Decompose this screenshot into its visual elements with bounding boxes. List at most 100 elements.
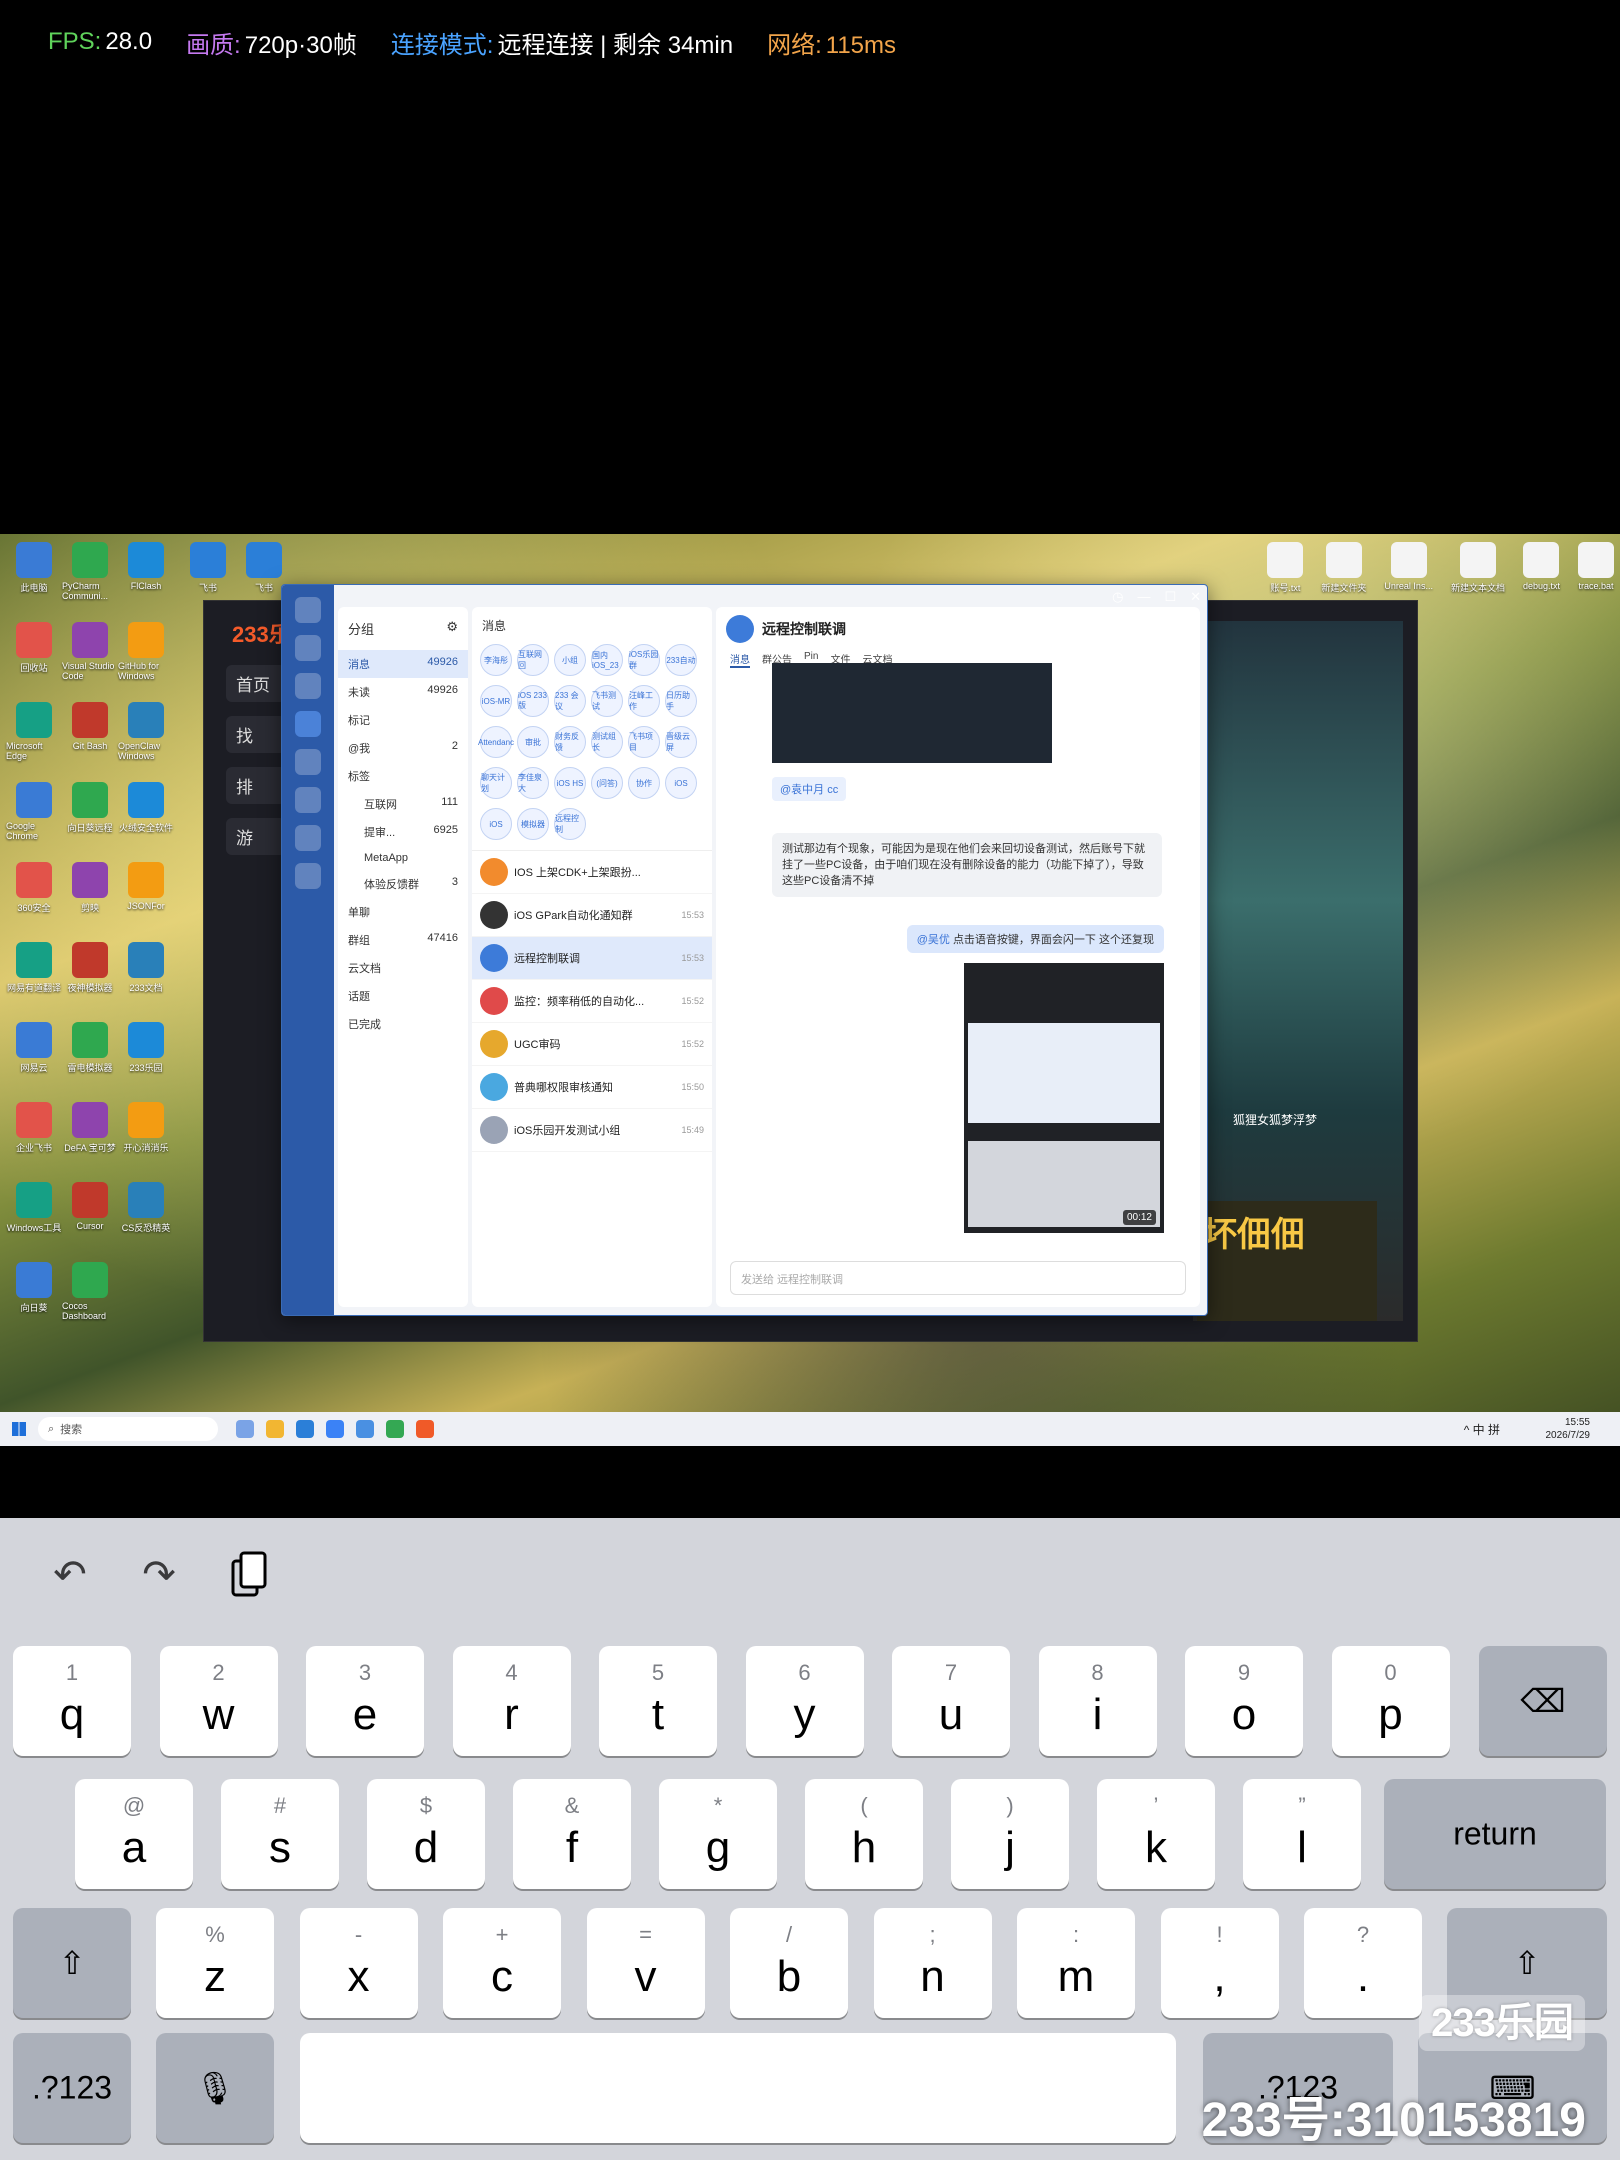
key-t[interactable]: 5t (599, 1646, 717, 1756)
conversation-item[interactable]: 远程控制联调 15:53 (472, 937, 712, 980)
bgapp-nav-item[interactable]: 排 (226, 767, 286, 804)
pinned-chat-avatar[interactable]: 233自动 (665, 644, 697, 676)
desktop-icon[interactable]: 飞书 (190, 542, 226, 594)
pinned-chat-avatar[interactable]: 晋级云屏 (665, 726, 697, 758)
key-period[interactable]: ?. (1304, 1908, 1422, 2018)
key-l[interactable]: ” l (1243, 1779, 1361, 1889)
pinned-chat-avatar[interactable]: 远程控制 (554, 808, 586, 840)
pinned-chat-avatar[interactable]: 李海彤 (480, 644, 512, 676)
meetings-nav-icon[interactable] (295, 825, 321, 851)
video-message[interactable]: 00:12 (964, 963, 1164, 1233)
desktop-icon[interactable]: Unreal Ins... (1384, 542, 1433, 594)
desktop-icon[interactable]: 新建文本文档 (1451, 542, 1505, 594)
pinned-chat-avatar[interactable]: 互联网回 (517, 644, 549, 676)
conversation-item[interactable]: 监控：频率稍低的自动化... 15:52 (472, 980, 712, 1023)
pinned-chat-avatar[interactable]: 小组 (554, 644, 586, 676)
pinned-chat-avatar[interactable]: 李佳泉大 (517, 767, 549, 799)
key-o[interactable]: 9o (1185, 1646, 1303, 1756)
desktop-icon[interactable]: Google Chrome (6, 782, 62, 862)
key-q[interactable]: 1q (13, 1646, 131, 1756)
explorer-icon[interactable] (266, 1420, 284, 1438)
pinned-chat-avatar[interactable]: iOS 233版 (517, 685, 549, 717)
conversation-item[interactable]: 普典哪权限审核通知 15:50 (472, 1066, 712, 1109)
conversation-item[interactable]: UGC审码 15:52 (472, 1023, 712, 1066)
desktop-icon[interactable]: trace.bat (1578, 542, 1614, 594)
group-item[interactable]: 体验反馈群 3 (338, 870, 468, 898)
desktop-icon[interactable]: Visual Studio Code (62, 622, 118, 702)
numbers-key[interactable]: .?123 (13, 2033, 131, 2143)
key-f[interactable]: & f (513, 1779, 631, 1889)
task-view-icon[interactable] (236, 1420, 254, 1438)
conversation-item[interactable]: iOS GPark自动化通知群 15:53 (472, 894, 712, 937)
desktop-icon[interactable]: CS反恐精英 (118, 1182, 174, 1262)
feishu-window[interactable]: ◷ — ☐ ✕ 分组 ⚙ 消息 49926 未读 49926 标记 @我 2 标签 互联网 111 提… (281, 584, 1208, 1316)
pinned-chat-avatar[interactable]: iOS HS (554, 767, 586, 799)
desktop-icon[interactable]: Git Bash (62, 702, 118, 782)
microphone-key[interactable]: 🎙 (156, 2033, 274, 2143)
conversation-item[interactable]: iOS乐园开发测试小组 15:49 (472, 1109, 712, 1152)
desktop-icon[interactable]: OpenClaw Windows (118, 702, 174, 782)
pinned-chat-avatar[interactable]: 模拟器 (517, 808, 549, 840)
group-item[interactable]: 已完成 (338, 1010, 468, 1038)
desktop-icon[interactable]: 夜神模拟器 (62, 942, 118, 1022)
desktop-icon[interactable]: Microsoft Edge (6, 702, 62, 782)
desktop-icon[interactable]: 网易云 (6, 1022, 62, 1102)
key-d[interactable]: $ d (367, 1779, 485, 1889)
chrome-icon[interactable] (386, 1420, 404, 1438)
desktop-icon[interactable]: 向日葵远程 (62, 782, 118, 862)
pinned-chat-avatar[interactable]: 审批 (517, 726, 549, 758)
233-app-icon[interactable] (416, 1420, 434, 1438)
messages-nav-icon[interactable] (295, 711, 321, 737)
avatar[interactable] (295, 597, 321, 623)
desktop-icon[interactable]: DeFA 宝可梦 (62, 1102, 118, 1182)
pinned-chat-avatar[interactable]: iOS-MR (480, 685, 512, 717)
pinned-chat-avatar[interactable]: 汪峰工作 (628, 685, 660, 717)
pinned-chat-avatar[interactable]: iOS乐园群 (628, 644, 660, 676)
desktop-icon[interactable]: 开心消消乐 (118, 1102, 174, 1182)
redo-icon[interactable]: ↷ (134, 1550, 184, 1600)
key-v[interactable]: = v (586, 1908, 705, 2018)
conversation-item[interactable]: IOS 上架CDK+上架跟扮... (472, 851, 712, 894)
pinned-chat-avatar[interactable]: iOS (480, 808, 512, 840)
return-key[interactable]: return (1384, 1779, 1606, 1889)
desktop-icon[interactable]: Windows工具 (6, 1182, 62, 1262)
pinned-chat-avatar[interactable]: 国内iOS_23 (591, 644, 623, 676)
key-comma[interactable]: !, (1160, 1908, 1279, 2018)
key-r[interactable]: 4r (452, 1646, 571, 1756)
docs-nav-icon[interactable] (295, 787, 321, 813)
desktop-icon[interactable]: 新建文件夹 (1321, 542, 1366, 594)
key-j[interactable]: ) j (951, 1779, 1069, 1889)
bgapp-nav-item[interactable]: 首页 (226, 665, 286, 702)
key-z[interactable]: % z (156, 1908, 274, 2018)
desktop-icon[interactable]: 233文档 (118, 942, 174, 1022)
settings-icon[interactable]: ⚙ (446, 619, 458, 638)
lark-icon[interactable] (326, 1420, 344, 1438)
chat-tab[interactable]: 消息 (730, 651, 750, 668)
add-icon[interactable] (295, 673, 321, 699)
calendar-nav-icon[interactable] (295, 749, 321, 775)
group-item[interactable]: 消息 49926 (338, 650, 468, 678)
key-g[interactable]: * g (659, 1779, 777, 1889)
windows-start-icon[interactable] (12, 1422, 26, 1436)
group-item[interactable]: 提审... 6925 (338, 818, 468, 846)
app-icon[interactable] (356, 1420, 374, 1438)
desktop-icon[interactable]: 233乐园 (118, 1022, 174, 1102)
group-item[interactable]: MetaApp (338, 846, 468, 870)
desktop-icon[interactable]: 飞书 (246, 542, 282, 594)
clipboard-icon[interactable] (224, 1550, 274, 1600)
bgapp-nav-item[interactable]: 找 (226, 716, 286, 753)
pinned-chat-avatar[interactable]: (问答) (591, 767, 623, 799)
key-p[interactable]: 0p (1331, 1646, 1450, 1756)
pinned-chat-avatar[interactable]: 协作 (628, 767, 660, 799)
close-icon[interactable]: ✕ (1190, 589, 1201, 605)
key-w[interactable]: 2w (159, 1646, 278, 1756)
delete-key[interactable]: ⌫ (1479, 1646, 1607, 1756)
bgapp-nav-item[interactable]: 游 (226, 818, 286, 855)
desktop-icon[interactable]: Cursor (62, 1182, 118, 1262)
desktop-icon[interactable]: 网易有道翻译 (6, 942, 62, 1022)
pinned-chat-avatar[interactable]: Attendanc (478, 726, 514, 758)
key-x[interactable]: -x (299, 1908, 418, 2018)
desktop-icon[interactable]: 回收站 (6, 622, 62, 702)
desktop-icon[interactable]: 360安全 (6, 862, 62, 942)
workspace-nav-icon[interactable] (295, 863, 321, 889)
